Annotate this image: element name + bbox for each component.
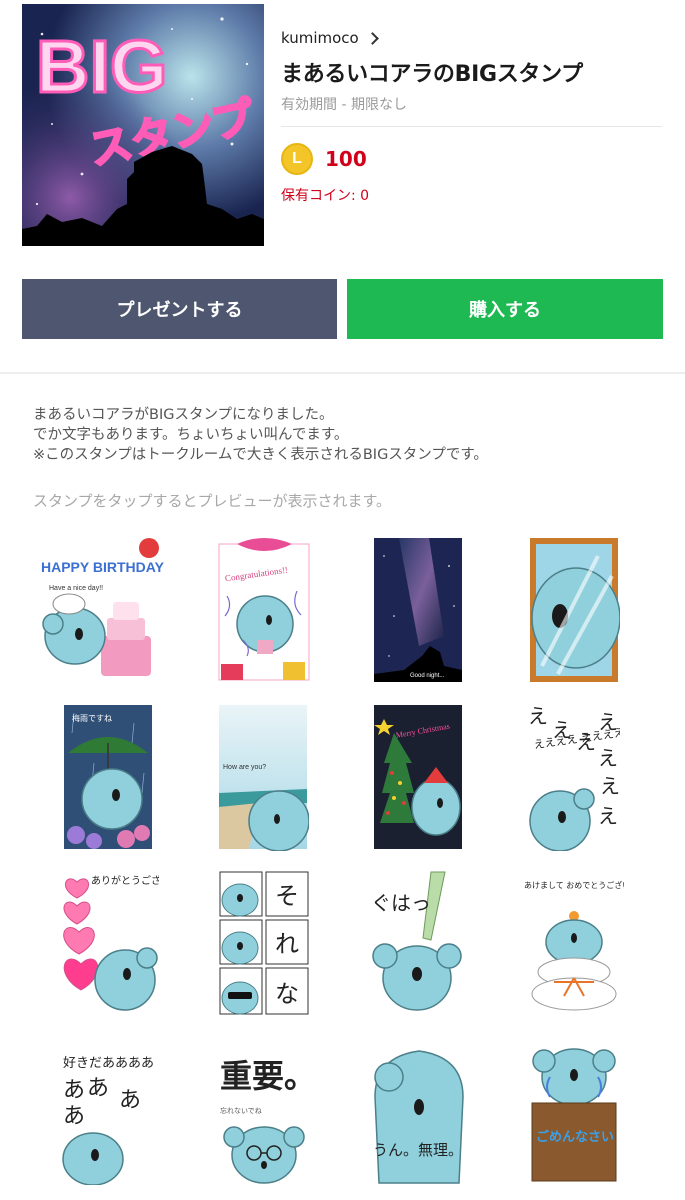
- info-divider: [281, 126, 662, 127]
- sticker-congratulations[interactable]: Congratulations!!: [189, 535, 339, 685]
- validity-text: 有効期間 - 期限なし: [281, 97, 407, 113]
- coin-letter: L: [292, 150, 302, 167]
- sticker-grid: HAPPY BIRTHDAY Have a nice day!! Congrat…: [34, 535, 651, 1195]
- svg-text:え: え: [600, 774, 620, 798]
- sticker-juuyou[interactable]: 重要。 忘れないでね: [189, 1036, 339, 1186]
- sticker-caption: 好きだああああ: [63, 1056, 154, 1071]
- sticker-caption: ぐはっ: [371, 891, 431, 915]
- description-line: でか文字もあります。ちょいちょい叫んでます。: [33, 427, 349, 443]
- sticker-how-are-you[interactable]: How are you?: [189, 702, 339, 852]
- gift-button[interactable]: プレゼントする: [22, 279, 337, 339]
- chevron-right-icon: [365, 32, 379, 45]
- sticker-gomennasai[interactable]: ごめんなさい: [499, 1036, 649, 1186]
- buy-button[interactable]: 購入する: [347, 279, 663, 339]
- product-title: まあるいコアラのBIGスタンプ: [281, 62, 583, 87]
- sticker-guha[interactable]: ぐはっ: [344, 869, 494, 1019]
- author-link[interactable]: kumimoco: [281, 26, 663, 50]
- svg-text:え: え: [576, 730, 596, 754]
- svg-text:あ: あ: [87, 1076, 109, 1101]
- sticker-good-night[interactable]: Good night...: [344, 535, 494, 685]
- sticker-col2: れ: [275, 930, 299, 958]
- svg-text:あ: あ: [63, 1104, 85, 1129]
- description-line: まあるいコアラがBIGスタンプになりました。: [33, 407, 334, 423]
- sticker-akeome[interactable]: あけまして おめでとうございます: [499, 869, 649, 1019]
- svg-text:え: え: [528, 704, 548, 728]
- sticker-arigatou[interactable]: ありがとうございます: [34, 869, 184, 1019]
- svg-text:あ: あ: [119, 1088, 141, 1113]
- svg-text:あ: あ: [63, 1078, 85, 1103]
- description-line: ※このスタンプはトークルームで大きく表示されるBIGスタンプです。: [33, 447, 488, 463]
- sticker-sukidaaa[interactable]: 好きだああああ ああああ: [34, 1036, 184, 1186]
- sticker-caption: ありがとうございます: [91, 874, 159, 887]
- preview-hint: スタンプをタップするとプレビューが表示されます。: [33, 492, 392, 510]
- author-name: kumimoco: [281, 29, 359, 47]
- sticker-eee[interactable]: ええ ええええ ええええ ええ!? ええええ ええ: [499, 702, 649, 852]
- sticker-col1: そ: [275, 882, 299, 910]
- sticker-subcaption: Have a nice day!!: [49, 585, 103, 592]
- sticker-caption: ごめんなさい: [536, 1129, 614, 1145]
- product-description: まあるいコアラがBIGスタンプになりました。 でか文字もあります。ちょいちょい叫…: [33, 405, 653, 465]
- svg-text:え: え: [598, 804, 618, 828]
- sticker-col3: な: [275, 980, 299, 1008]
- svg-text:え: え: [552, 718, 572, 742]
- sticker-subcaption: 忘れないでね: [220, 1106, 262, 1115]
- thumb-big-text: BIG: [36, 25, 168, 108]
- sticker-caption: 梅雨ですね: [72, 713, 112, 723]
- sticker-thumbnail: BIG スタンプ: [22, 4, 264, 246]
- sticker-un-muri[interactable]: うん。無理。: [344, 1036, 494, 1186]
- sticker-window[interactable]: [499, 535, 649, 685]
- sticker-caption: How are you?: [223, 764, 266, 771]
- product-header: BIG スタンプ kumimoco まあるいコアラのBIGスタンプ 有効期間 -…: [0, 0, 685, 372]
- sticker-caption: うん。無理。: [373, 1141, 463, 1159]
- sticker-sore-na[interactable]: そ れ な: [189, 869, 339, 1019]
- sticker-happy-birthday[interactable]: HAPPY BIRTHDAY Have a nice day!!: [34, 535, 184, 685]
- svg-text:え: え: [598, 746, 618, 770]
- owned-coins: 保有コイン: 0: [281, 188, 370, 204]
- section-divider: [0, 372, 685, 374]
- sticker-caption: HAPPY BIRTHDAY: [41, 559, 165, 575]
- sticker-caption: Good night...: [410, 673, 445, 679]
- line-coin-icon: L: [281, 143, 313, 175]
- sticker-rainy[interactable]: 梅雨ですね: [34, 702, 184, 852]
- sticker-caption: 重要。: [220, 1057, 314, 1095]
- sticker-caption: あけまして おめでとうございます: [524, 880, 624, 890]
- price-value: 100: [325, 147, 367, 171]
- sticker-merry-christmas[interactable]: Merry Christmas: [344, 702, 494, 852]
